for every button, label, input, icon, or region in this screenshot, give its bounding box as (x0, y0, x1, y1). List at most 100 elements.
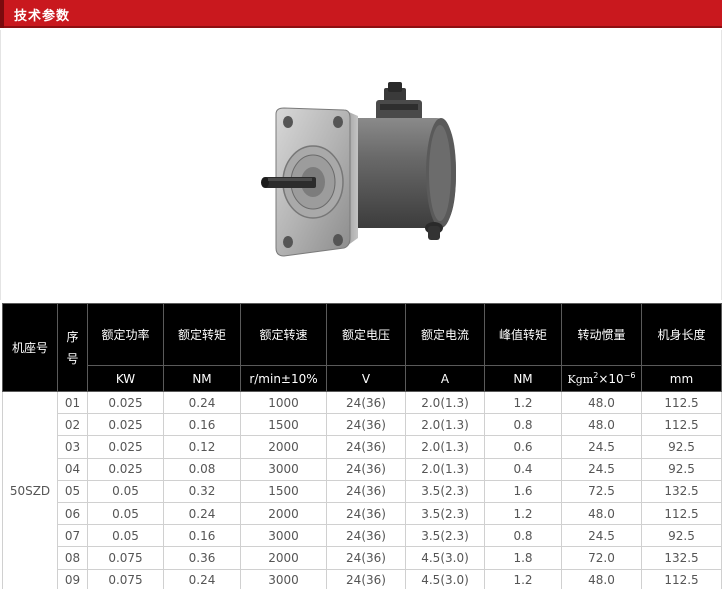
cell-index: 07 (57, 524, 88, 548)
cell-voltage: 24(36) (326, 501, 406, 526)
cell-current: 3.5(2.3) (405, 524, 485, 548)
cell-torque: 0.24 (163, 501, 241, 526)
table-row: 09 0.075 0.24 3000 24(36) 4.5(3.0) 1.2 48.0 112.… (3, 568, 722, 589)
cell-inertia: 24.5 (561, 524, 642, 548)
cell-power: 0.025 (87, 413, 164, 437)
cell-length: 92.5 (641, 524, 722, 548)
cell-inertia: 24.5 (561, 457, 642, 481)
cell-peak-torque: 0.4 (484, 457, 562, 481)
cell-index: 08 (57, 546, 88, 570)
cell-torque: 0.16 (163, 524, 241, 548)
cell-current: 2.0(1.3) (405, 457, 485, 481)
cell-torque: 0.32 (163, 479, 241, 503)
unit-peak-torque: NM (484, 365, 562, 392)
cell-length: 92.5 (641, 435, 722, 459)
cell-inertia: 48.0 (561, 568, 642, 589)
cell-current: 3.5(2.3) (405, 501, 485, 526)
cell-index: 09 (57, 568, 88, 589)
cell-voltage: 24(36) (326, 413, 406, 437)
cell-voltage: 24(36) (326, 479, 406, 503)
cell-power: 0.075 (87, 568, 164, 589)
cell-voltage: 24(36) (326, 546, 406, 570)
cell-peak-torque: 1.8 (484, 546, 562, 570)
table-unit-row: KW NM r/min±10% V A NM Kgm2×10−6 mm (3, 365, 722, 392)
cell-voltage: 24(36) (326, 524, 406, 548)
col-header-voltage: 额定电压 (326, 303, 406, 366)
col-header-torque: 额定转矩 (163, 303, 241, 366)
cell-model: 50SZD (2, 391, 58, 589)
cell-voltage: 24(36) (326, 568, 406, 589)
section-header: 技术参数 (0, 0, 722, 28)
table-body: 50SZD 01 0.025 0.24 1000 24(36) 2.0(1.3) 1.2 48.… (2, 390, 722, 589)
cell-length: 112.5 (641, 413, 722, 437)
col-header-model: 机座号 (2, 303, 58, 392)
cell-power: 0.025 (87, 457, 164, 481)
header-accent (0, 0, 4, 28)
cell-speed: 1500 (240, 479, 327, 503)
cell-speed: 2000 (240, 435, 327, 459)
cell-peak-torque: 1.6 (484, 479, 562, 503)
cell-speed: 2000 (240, 501, 327, 526)
cell-peak-torque: 1.2 (484, 501, 562, 526)
col-header-length: 机身长度 (641, 303, 722, 366)
cell-index: 03 (57, 435, 88, 459)
servo-motor-illustration (261, 82, 456, 257)
cell-current: 3.5(2.3) (405, 479, 485, 503)
cell-torque: 0.24 (163, 390, 241, 415)
col-header-current: 额定电流 (405, 303, 485, 366)
product-photo-area (0, 30, 722, 300)
unit-torque: NM (163, 365, 241, 392)
cell-index: 04 (57, 457, 88, 481)
section-title: 技术参数 (14, 9, 71, 24)
cell-speed: 3000 (240, 524, 327, 548)
cell-power: 0.05 (87, 524, 164, 548)
cell-length: 112.5 (641, 390, 722, 415)
col-header-index: 序号 (57, 303, 88, 392)
cell-power: 0.025 (87, 435, 164, 459)
cell-torque: 0.16 (163, 413, 241, 437)
table-row: 06 0.05 0.24 2000 24(36) 3.5(2.3) 1.2 48.0 112.5 (3, 501, 722, 526)
cell-length: 92.5 (641, 457, 722, 481)
unit-inertia-exp2: −6 (623, 370, 636, 380)
unit-inertia-base: Kgm (567, 372, 594, 386)
cell-index: 01 (57, 390, 88, 415)
cell-torque: 0.12 (163, 435, 241, 459)
col-header-peak-torque: 峰值转矩 (484, 303, 562, 366)
cell-inertia: 24.5 (561, 435, 642, 459)
unit-speed: r/min±10% (240, 365, 327, 392)
cell-power: 0.05 (87, 501, 164, 526)
cell-index: 05 (57, 479, 88, 503)
cell-length: 132.5 (641, 546, 722, 570)
unit-inertia-times: ×10 (598, 371, 624, 386)
table-row: 03 0.025 0.12 2000 24(36) 2.0(1.3) 0.6 24.5 92.5 (3, 435, 722, 459)
col-header-speed: 额定转速 (240, 303, 327, 366)
cell-inertia: 48.0 (561, 501, 642, 526)
cell-peak-torque: 1.2 (484, 390, 562, 415)
cell-index: 02 (57, 413, 88, 437)
cell-speed: 3000 (240, 457, 327, 481)
cell-torque: 0.24 (163, 568, 241, 589)
servo-motor-image (256, 78, 466, 278)
col-header-index-label: 序号 (66, 329, 79, 366)
table-row: 05 0.05 0.32 1500 24(36) 3.5(2.3) 1.6 72.5 132.5 (3, 479, 722, 503)
cell-index: 06 (57, 501, 88, 526)
unit-inertia: Kgm2×10−6 (561, 365, 642, 392)
table-row: 07 0.05 0.16 3000 24(36) 3.5(2.3) 0.8 24.5 92.5 (3, 524, 722, 548)
cell-current: 4.5(3.0) (405, 568, 485, 589)
cell-power: 0.075 (87, 546, 164, 570)
cell-power: 0.05 (87, 479, 164, 503)
cell-current: 2.0(1.3) (405, 413, 485, 437)
col-header-power: 额定功率 (87, 303, 164, 366)
cell-power: 0.025 (87, 390, 164, 415)
unit-current: A (405, 365, 485, 392)
cell-inertia: 48.0 (561, 413, 642, 437)
cell-speed: 1500 (240, 413, 327, 437)
cell-current: 4.5(3.0) (405, 546, 485, 570)
table-row: 08 0.075 0.36 2000 24(36) 4.5(3.0) 1.8 72.0 132.… (3, 546, 722, 570)
cell-speed: 3000 (240, 568, 327, 589)
unit-voltage: V (326, 365, 406, 392)
cell-voltage: 24(36) (326, 457, 406, 481)
cell-current: 2.0(1.3) (405, 435, 485, 459)
cell-speed: 2000 (240, 546, 327, 570)
cell-peak-torque: 0.8 (484, 413, 562, 437)
